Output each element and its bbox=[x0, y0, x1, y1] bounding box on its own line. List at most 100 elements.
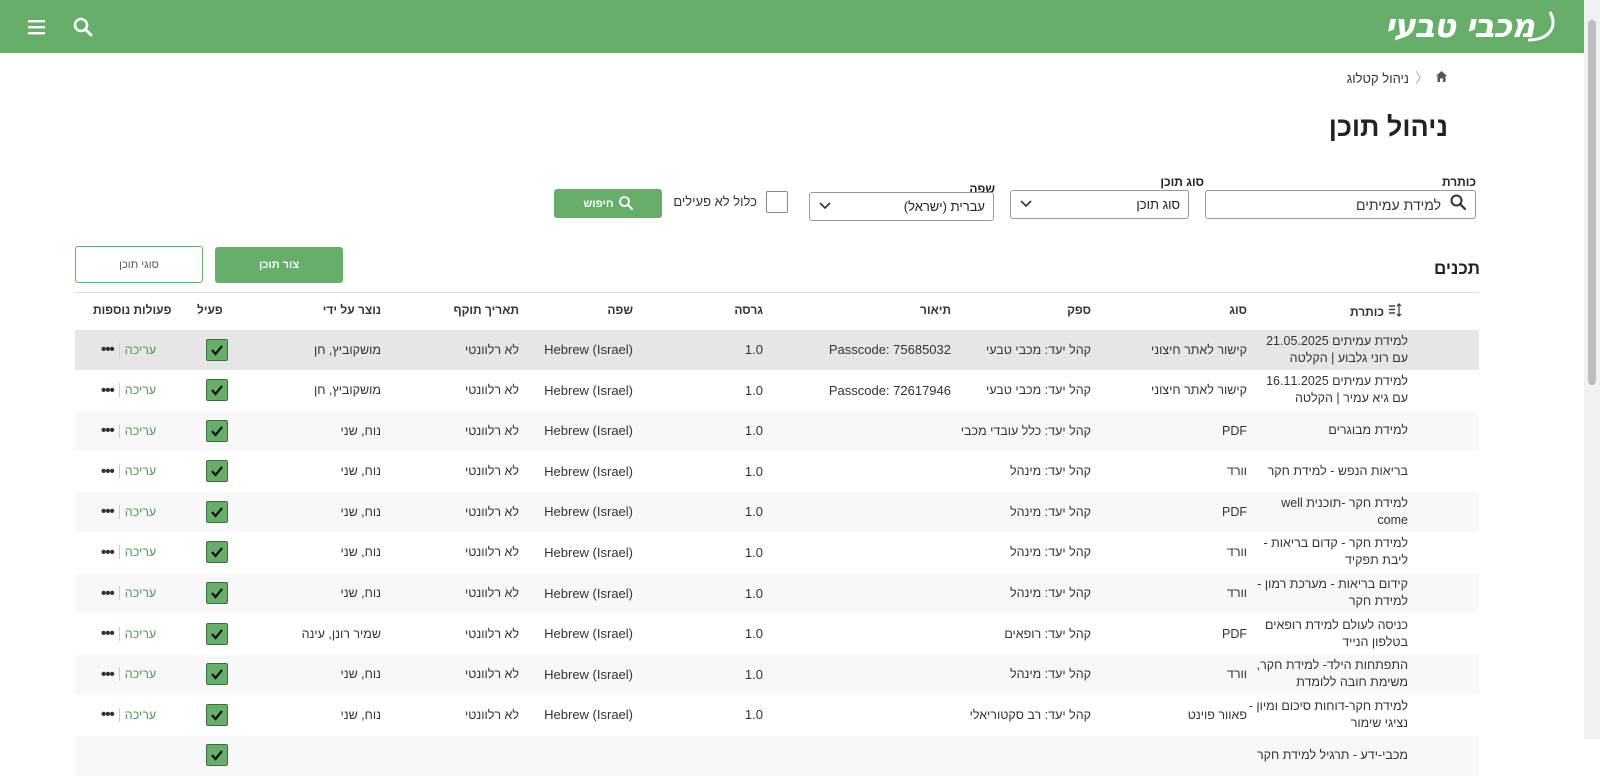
content-table: כותרת סוג ספק תיאור גרסה שפה תאריך תוקף … bbox=[75, 292, 1479, 776]
checkmark-icon bbox=[211, 507, 223, 518]
edit-link[interactable]: עריכה bbox=[125, 464, 156, 478]
language-select[interactable]: עברית (ישראל) bbox=[809, 192, 994, 221]
cell-type: פאוור פוינט bbox=[1187, 707, 1247, 722]
table-row[interactable]: מכבי-ידע - תרגיל למידת חקר bbox=[75, 734, 1479, 776]
more-actions-icon[interactable]: ••• bbox=[101, 625, 115, 642]
content-type-select[interactable]: סוג תוכן bbox=[1010, 190, 1189, 219]
column-header-active[interactable]: פעיל bbox=[197, 303, 223, 317]
table-row[interactable]: למידת חקר - קדום בריאות - ליבת תפקיד וורד… bbox=[75, 531, 1479, 573]
table-row[interactable]: למידת חקר-דוחות סיכום ומיון - נציגי שימו… bbox=[75, 694, 1479, 735]
cell-created-by: מושקוביץ, חן bbox=[313, 342, 381, 357]
more-actions-icon[interactable]: ••• bbox=[101, 503, 115, 520]
checkmark-icon bbox=[211, 628, 223, 640]
edit-link[interactable]: עריכה bbox=[125, 708, 156, 722]
vertical-scrollbar[interactable] bbox=[1584, 0, 1600, 739]
active-checkbox[interactable] bbox=[206, 663, 228, 686]
title-search-field[interactable] bbox=[1205, 190, 1476, 219]
table-row[interactable]: למידת חקר -תוכנית well come PDF קהל יעד: מ… bbox=[75, 491, 1479, 532]
cell-title[interactable]: למידת חקר -תוכנית well come bbox=[1248, 492, 1408, 531]
active-checkbox[interactable] bbox=[206, 582, 228, 605]
hamburger-menu-icon[interactable] bbox=[24, 14, 50, 40]
checkmark-icon bbox=[211, 425, 223, 437]
active-checkbox[interactable] bbox=[206, 500, 228, 523]
column-header-title[interactable]: כותרת bbox=[1350, 303, 1403, 320]
cell-title[interactable]: למידת מבוגרים bbox=[1248, 411, 1408, 450]
table-row[interactable]: למידת עמיתים 16.11.2025 עם גיא עמיר | הק… bbox=[75, 369, 1479, 411]
column-header-expiry[interactable]: תאריך תוקף bbox=[453, 303, 519, 317]
cell-title[interactable]: למידת עמיתים 21.05.2025 עם רוני גלבוע | … bbox=[1248, 330, 1408, 369]
column-header-type[interactable]: סוג bbox=[1229, 303, 1247, 317]
edit-link[interactable]: עריכה bbox=[125, 545, 156, 559]
cell-title[interactable]: למידת חקר-דוחות סיכום ומיון - נציגי שימו… bbox=[1248, 695, 1408, 734]
logo[interactable]: מכבי טבעי bbox=[1385, 6, 1556, 46]
more-actions-icon[interactable]: ••• bbox=[101, 706, 115, 723]
cell-description bbox=[781, 411, 951, 450]
more-actions-icon[interactable]: ••• bbox=[101, 544, 115, 561]
cell-created-by: מושקוביץ, חן bbox=[313, 383, 381, 398]
cell-title[interactable]: קידום בריאות - מערכת רמון - למידת חקר bbox=[1248, 574, 1408, 613]
table-row[interactable]: למידת עמיתים 21.05.2025 עם רוני גלבוע | … bbox=[75, 329, 1479, 370]
table-row[interactable]: קידום בריאות - מערכת רמון - למידת חקר וור… bbox=[75, 572, 1479, 614]
cell-title[interactable]: למידת עמיתים 16.11.2025 עם גיא עמיר | הק… bbox=[1248, 371, 1408, 410]
more-actions-icon[interactable]: ••• bbox=[101, 422, 115, 439]
cell-expiry: לא רלוונטי bbox=[464, 342, 519, 357]
edit-link[interactable]: עריכה bbox=[125, 586, 156, 600]
table-row[interactable]: כניסה לעולם למידת רופאים בטלפון הנייד PDF… bbox=[75, 613, 1479, 654]
column-header-version[interactable]: גרסה bbox=[734, 303, 763, 317]
cell-version: 1.0 bbox=[744, 463, 763, 479]
active-checkbox[interactable] bbox=[206, 541, 228, 564]
more-actions-icon[interactable]: ••• bbox=[101, 341, 115, 358]
more-actions-icon[interactable]: ••• bbox=[101, 382, 115, 399]
scrollbar-thumb[interactable] bbox=[1588, 20, 1596, 385]
cell-title[interactable]: התפתחות הילד- למידת חקר, משימת חובה ללומ… bbox=[1248, 655, 1408, 694]
active-checkbox[interactable] bbox=[206, 703, 228, 726]
title-filter-label: כותרת bbox=[1441, 175, 1476, 189]
edit-link[interactable]: עריכה bbox=[125, 667, 156, 681]
more-actions-icon[interactable]: ••• bbox=[101, 585, 115, 602]
edit-link[interactable]: עריכה bbox=[125, 627, 156, 641]
cell-version: 1.0 bbox=[744, 707, 763, 723]
column-header-description[interactable]: תיאור bbox=[920, 303, 951, 317]
sort-icon[interactable] bbox=[1387, 303, 1403, 320]
active-checkbox[interactable] bbox=[206, 338, 228, 361]
column-header-language[interactable]: שפה bbox=[607, 303, 633, 317]
table-row[interactable]: למידת מבוגרים PDF קהל יעד: כלל עובדי מכבי 1… bbox=[75, 410, 1479, 451]
cell-language: Hebrew (Israel) bbox=[544, 382, 633, 398]
column-header-created-by[interactable]: נוצר על ידי bbox=[323, 303, 381, 317]
edit-link[interactable]: עריכה bbox=[125, 343, 156, 357]
edit-link[interactable]: עריכה bbox=[125, 505, 156, 519]
table-row[interactable]: התפתחות הילד- למידת חקר, משימת חובה ללומ… bbox=[75, 653, 1479, 695]
cell-language: Hebrew (Israel) bbox=[544, 544, 633, 560]
cell-active bbox=[205, 330, 229, 369]
divider bbox=[118, 342, 120, 357]
cell-title[interactable]: כניסה לעולם למידת רופאים בטלפון הנייד bbox=[1248, 614, 1408, 653]
cell-type bbox=[1117, 736, 1247, 775]
title-search-input[interactable] bbox=[1206, 191, 1449, 218]
home-icon[interactable] bbox=[1435, 70, 1448, 86]
more-actions-icon[interactable]: ••• bbox=[101, 666, 115, 683]
create-content-button[interactable]: צור תוכן bbox=[215, 247, 343, 283]
active-checkbox[interactable] bbox=[206, 622, 228, 645]
include-inactive-checkbox[interactable] bbox=[766, 191, 788, 213]
search-button[interactable]: חיפוש bbox=[554, 189, 662, 218]
active-checkbox[interactable] bbox=[206, 460, 228, 483]
cell-title[interactable]: למידת חקר - קדום בריאות - ליבת תפקיד bbox=[1248, 533, 1408, 572]
cell-active bbox=[205, 371, 229, 410]
content-types-button[interactable]: סוגי תוכן bbox=[75, 246, 203, 283]
edit-link[interactable]: עריכה bbox=[125, 383, 156, 397]
table-row[interactable]: בריאות הנפש - למידת חקר וורד קהל יעד: מינה… bbox=[75, 450, 1479, 492]
edit-link[interactable]: עריכה bbox=[125, 424, 156, 438]
cell-title[interactable]: בריאות הנפש - למידת חקר bbox=[1248, 452, 1408, 491]
cell-title[interactable]: מכבי-ידע - תרגיל למידת חקר bbox=[1248, 736, 1408, 775]
cell-language: Hebrew (Israel) bbox=[544, 626, 633, 642]
active-checkbox[interactable] bbox=[206, 744, 228, 767]
cell-language: Hebrew (Israel) bbox=[544, 342, 633, 357]
active-checkbox[interactable] bbox=[206, 419, 228, 442]
search-icon[interactable] bbox=[70, 14, 96, 40]
divider bbox=[118, 707, 120, 722]
active-checkbox[interactable] bbox=[206, 379, 228, 402]
column-header-source[interactable]: ספק bbox=[1067, 303, 1091, 317]
breadcrumb-current[interactable]: ניהול קטלוג bbox=[1347, 71, 1409, 86]
more-actions-icon[interactable]: ••• bbox=[101, 463, 115, 480]
cell-expiry: לא רלוונטי bbox=[464, 586, 519, 601]
